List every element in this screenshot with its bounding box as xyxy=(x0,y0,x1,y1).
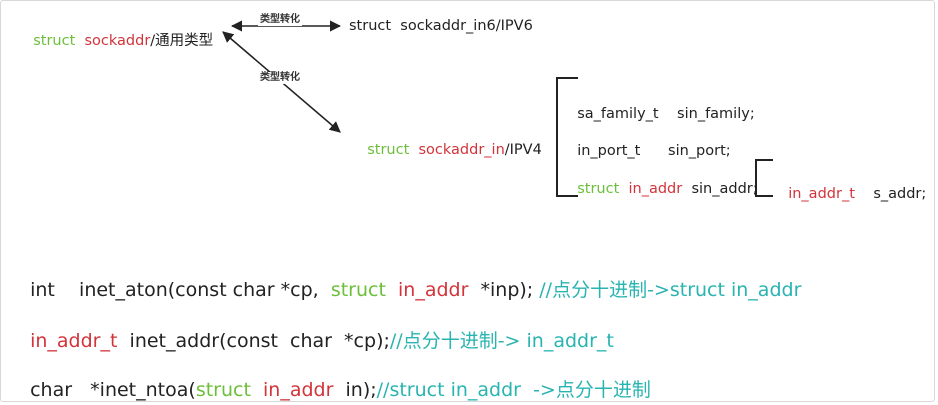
function-inet-aton: int inet_aton(const char *cp, struct in_… xyxy=(18,262,801,300)
in-addr-t-type: in_addr_t xyxy=(788,185,855,202)
return-type: int xyxy=(30,279,55,301)
struct-keyword: struct xyxy=(367,141,410,158)
in-addr-bracket xyxy=(755,159,773,197)
code-comment: //struct in_addr ->点分十进制 xyxy=(376,379,651,401)
in-addr-type: in_addr xyxy=(628,180,683,197)
code-comment: //点分十进制-> in_addr_t xyxy=(389,330,614,352)
field-s-addr: in_addr_t s_addr; xyxy=(779,172,926,201)
field-type: in_port_t xyxy=(577,142,641,159)
field-name: sin_family; xyxy=(677,105,755,122)
return-type: char xyxy=(30,379,73,401)
struct-keyword: struct xyxy=(330,279,386,301)
sockaddr-type: sockaddr xyxy=(84,32,151,49)
code-comment: //点分十进制->struct in_addr xyxy=(539,279,802,301)
sockaddr-in-type: sockaddr_in xyxy=(418,141,505,158)
field-sin-addr: struct in_addr sin_addr; xyxy=(568,167,758,197)
generic-sockaddr-label: struct sockaddr/通用类型 xyxy=(24,19,213,48)
function-inet-addr: in_addr_t inet_addr(const char *cp);//点分… xyxy=(18,313,614,351)
signature: inet_addr(const char *cp); xyxy=(129,330,390,352)
in-addr-type: in_addr xyxy=(263,379,334,401)
field-sin-port: in_port_t sin_port; xyxy=(568,129,731,159)
struct-keyword: struct xyxy=(577,180,620,197)
conversion-label-top: 类型转化 xyxy=(258,14,302,26)
struct-keyword: struct xyxy=(33,32,76,49)
sockaddr-in6-label: struct sockaddr_in6/IPV6 xyxy=(349,18,533,34)
field-name: s_addr; xyxy=(873,185,927,202)
signature-part: *inp); xyxy=(480,279,534,301)
field-sin-family: sa_family_t sin_family; xyxy=(568,92,755,121)
function-inet-ntoa: char *inet_ntoa(struct in_addr in);//str… xyxy=(18,362,651,400)
signature-part: *inet_ntoa( xyxy=(90,379,196,401)
in-addr-type: in_addr xyxy=(398,279,469,301)
signature-part: in); xyxy=(345,379,377,401)
field-name: sin_port; xyxy=(668,142,731,159)
signature-part: inet_aton(const char *cp, xyxy=(79,279,319,301)
field-name: sin_addr; xyxy=(691,180,758,197)
field-type: sa_family_t xyxy=(577,105,659,122)
generic-suffix: /通用类型 xyxy=(150,32,214,49)
sockaddr-in-label: struct sockaddr_in/IPV4 xyxy=(358,128,542,157)
ipv4-suffix: /IPV4 xyxy=(504,141,542,158)
conversion-label-diagonal: 类型转化 xyxy=(258,72,302,84)
struct-keyword: struct xyxy=(195,379,251,401)
return-type: in_addr_t xyxy=(30,330,118,352)
